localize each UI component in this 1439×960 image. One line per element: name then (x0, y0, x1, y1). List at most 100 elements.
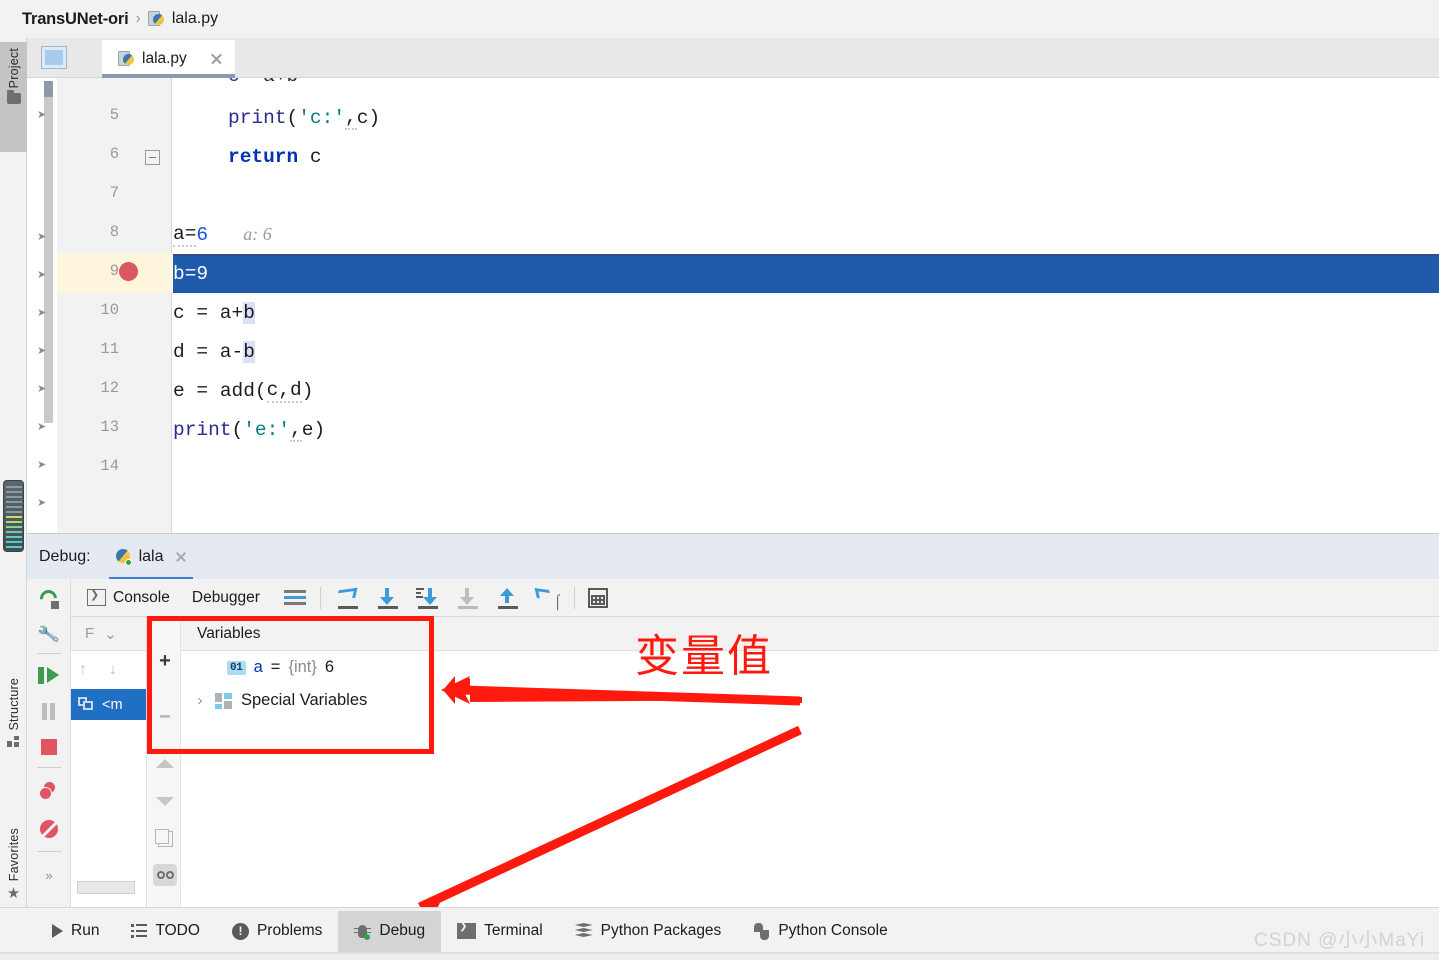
code-line-11[interactable]: d = a-b (173, 332, 1439, 371)
layout-lines-icon (283, 589, 306, 606)
frames-header[interactable]: F ⌄ (71, 617, 146, 651)
sidebar-item-project[interactable]: Project (0, 42, 27, 152)
breakpoints-icon (39, 782, 59, 800)
show-execution-point-icon (336, 587, 358, 600)
move-up-button[interactable] (153, 751, 177, 775)
close-icon[interactable] (175, 551, 187, 563)
stop-button[interactable] (35, 733, 63, 761)
frames-label: F (85, 625, 95, 642)
editor-scroll-thumb[interactable] (44, 81, 53, 423)
run-to-cursor-button[interactable]: ⌠ (534, 587, 562, 609)
problems-icon: ! (231, 922, 249, 940)
step-over-button[interactable] (376, 587, 400, 609)
bug-icon (354, 923, 372, 940)
code-line-6[interactable]: return c (173, 137, 1439, 176)
run-to-cursor-icon (534, 587, 552, 600)
packages-icon (574, 923, 593, 939)
status-item-python-console[interactable]: Python Console (737, 911, 903, 952)
terminal-icon (457, 921, 477, 939)
frame-list-item[interactable]: <m (71, 689, 146, 720)
variables-toolbar: + − (148, 617, 181, 922)
arrow-up-icon[interactable]: ↑ (79, 661, 87, 679)
breakpoint-marker[interactable] (119, 262, 138, 281)
sidebar-item-structure[interactable]: Structure (0, 678, 27, 747)
mute-breakpoints-button[interactable] (35, 815, 63, 843)
settings-button[interactable]: 🔧 (35, 621, 63, 649)
variables-header: Variables (181, 617, 1439, 651)
view-breakpoints-button[interactable] (35, 777, 63, 805)
pause-program-button[interactable] (35, 697, 63, 725)
structure-icon (7, 735, 20, 747)
code-line-14[interactable] (173, 449, 1439, 488)
evaluate-expression-button[interactable] (587, 587, 608, 608)
watermark: CSDN @小小MaYi (1254, 930, 1425, 951)
token-var: c (309, 145, 322, 168)
watches-toggle-button[interactable] (153, 863, 177, 887)
status-item-python-packages[interactable]: Python Packages (559, 911, 738, 952)
frames-horizontal-scrollbar[interactable] (77, 881, 135, 894)
editor-gutter[interactable]: 5 6 7 8 9 10 11 12 13 14 (57, 78, 172, 533)
memory-indicator[interactable] (3, 480, 24, 552)
show-execution-point-button[interactable] (336, 587, 360, 609)
add-watch-button[interactable]: + (153, 649, 177, 673)
chevron-right-icon[interactable]: › (193, 692, 207, 709)
variable-row-special[interactable]: › Special Variables (181, 684, 1439, 717)
special-variables-icon (215, 692, 233, 709)
line-number: 14 (100, 457, 119, 475)
step-out-button[interactable] (496, 587, 520, 609)
remove-watch-button[interactable]: − (153, 705, 177, 729)
breadcrumb-project[interactable]: TransUNet-ori (22, 10, 129, 29)
layout-settings-button[interactable] (283, 589, 306, 606)
code-fold-icon[interactable] (145, 150, 160, 165)
more-tools-button[interactable]: » (35, 861, 63, 889)
sidebar-label-structure: Structure (6, 678, 21, 731)
debug-toolbar: Console Debugger ⌠ (71, 579, 1439, 617)
tab-lala-py[interactable]: lala.py (102, 40, 235, 78)
resume-program-button[interactable] (35, 661, 63, 689)
token-assign-b: b= (173, 262, 197, 285)
status-item-run[interactable]: Run (36, 911, 115, 952)
preview-tab-icon[interactable] (41, 46, 67, 69)
status-item-debug[interactable]: Debug (338, 910, 442, 952)
arrow-down-icon[interactable]: ↓ (109, 661, 117, 679)
code-line-9-current[interactable]: b= 9 (173, 254, 1439, 293)
tab-debugger[interactable]: Debugger (192, 589, 260, 607)
chevron-down-icon[interactable]: ⌄ (104, 625, 117, 643)
variable-name: a (253, 658, 263, 676)
move-down-button[interactable] (153, 789, 177, 813)
chevron-icon: ➤ (37, 230, 47, 243)
status-item-terminal[interactable]: Terminal (441, 911, 559, 952)
code-line-5[interactable]: print('c:', c) (173, 98, 1439, 137)
editor-scrollbar[interactable]: ➤ ➤ ➤ ➤ ➤ ➤ ➤ ➤ ➤ (27, 78, 57, 533)
status-item-todo[interactable]: TODO (115, 911, 216, 952)
code-line-12[interactable]: e = add(c,d) (173, 371, 1439, 410)
line-number: 7 (109, 184, 119, 202)
breadcrumb-file[interactable]: lala.py (172, 10, 218, 28)
code-line-7[interactable] (173, 176, 1439, 215)
frame-icon (78, 697, 95, 712)
debug-title: Debug: (39, 547, 91, 565)
token-paren: ( (254, 379, 267, 402)
variable-row-a[interactable]: 01 a = {int} 6 (181, 651, 1439, 684)
rerun-button[interactable] (35, 585, 63, 613)
triangle-up-icon (156, 758, 174, 768)
copy-button[interactable] (153, 827, 177, 851)
code-editor[interactable]: ➤ ➤ ➤ ➤ ➤ ➤ ➤ ➤ ➤ 5 6 7 8 9 10 11 12 13 … (27, 78, 1439, 533)
step-into-button[interactable] (415, 587, 440, 609)
python-file-icon (147, 10, 165, 28)
code-lines[interactable]: c = a+b print('c:',c) return c a=6 a: 6 … (173, 78, 1439, 533)
code-line-8[interactable]: a= 6 a: 6 (173, 215, 1439, 254)
frame-label: <m (102, 696, 123, 713)
debug-session-tab[interactable]: lala (108, 534, 193, 580)
sidebar-item-favorites[interactable]: Favorites ★ (0, 828, 27, 901)
code-line-13[interactable]: print('e:', e) (173, 410, 1439, 449)
tab-console[interactable]: Console (87, 588, 170, 607)
code-line-10[interactable]: c = a+ b (173, 293, 1439, 332)
calculator-icon (587, 587, 608, 608)
status-bar: Run TODO ! Problems Debug Terminal Pytho… (0, 907, 1439, 954)
close-icon[interactable] (210, 52, 223, 65)
line-number: 8 (109, 223, 119, 241)
force-step-into-button[interactable] (456, 587, 480, 609)
status-item-problems[interactable]: ! Problems (216, 911, 338, 952)
variables-panel: Variables 01 a = {int} 6 › Special Varia… (181, 617, 1439, 922)
